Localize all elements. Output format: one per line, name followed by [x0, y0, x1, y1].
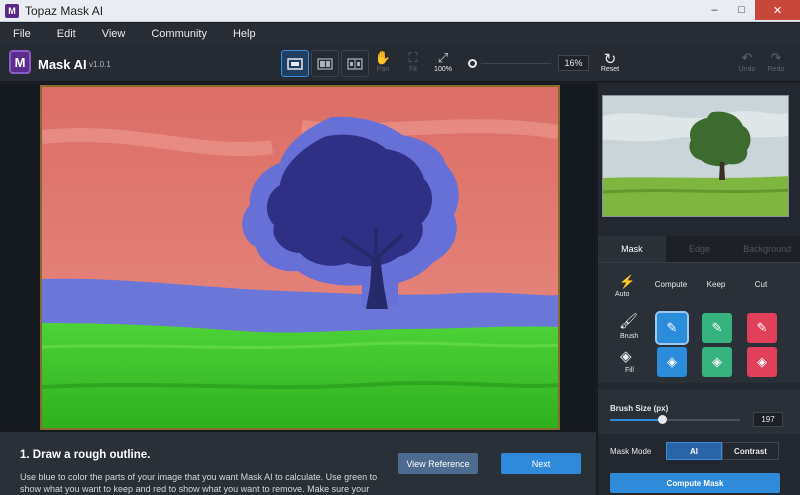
keep-fill-icon: ◈	[712, 354, 722, 369]
cut-column-label: Cut	[754, 280, 768, 289]
brush-size-slider-fill	[610, 419, 662, 421]
menu-bar: File Edit View Community Help	[0, 23, 800, 44]
thumbnail-image	[603, 96, 788, 216]
single-view-button[interactable]	[281, 50, 309, 77]
brush-size-slider[interactable]	[610, 415, 740, 424]
hand-icon: ✋	[374, 50, 392, 65]
split-view-icon	[317, 57, 333, 70]
zoom-slider-handle[interactable]	[468, 59, 477, 68]
tab-mask[interactable]: Mask	[598, 236, 666, 263]
fit-label: Fit	[409, 66, 417, 73]
menu-community[interactable]: Community	[151, 28, 207, 40]
pan-tool[interactable]: ✋ Pan	[369, 50, 397, 73]
brush-size-label: Brush Size (px)	[610, 404, 669, 413]
panel-tabs: Mask Edge Background	[598, 236, 800, 263]
window-title: Topaz Mask AI	[25, 3, 104, 18]
masked-photo-canvas[interactable]	[40, 85, 560, 430]
redo-label: Redo	[767, 66, 785, 73]
fit-icon: ⛶	[408, 50, 418, 65]
split-view-button[interactable]	[311, 50, 339, 77]
mask-mode-contrast-button[interactable]: Contrast	[722, 442, 779, 460]
undo-label: Undo	[738, 66, 756, 73]
reset-icon: ↻	[603, 51, 617, 68]
pan-label: Pan	[376, 66, 390, 73]
keep-column-label: Keep	[706, 280, 726, 289]
compute-fill-button[interactable]: ◈	[657, 347, 687, 377]
mask-mode-ai-button[interactable]: AI	[666, 442, 722, 460]
reset-label: Reset	[600, 66, 620, 73]
minimize-button[interactable]: –	[701, 0, 728, 20]
mask-ai-logo: M	[9, 50, 31, 74]
app-version: v1.0.1	[89, 60, 111, 69]
brush-size-slider-handle[interactable]	[658, 415, 667, 424]
reset-button[interactable]: ↻ Reset	[596, 50, 624, 73]
maximize-button[interactable]: □	[728, 0, 755, 20]
app-name: Mask AI	[38, 57, 87, 72]
brush-row-label: Brush	[620, 333, 639, 340]
compute-column-label: Compute	[654, 280, 688, 289]
view-reference-button[interactable]: View Reference	[398, 453, 478, 474]
mask-overlay-image	[42, 87, 558, 428]
app-icon: M	[5, 3, 19, 18]
menu-file[interactable]: File	[13, 28, 31, 40]
step-title: 1. Draw a rough outline.	[20, 449, 151, 461]
menu-edit[interactable]: Edit	[57, 28, 76, 40]
window-title-bar: M Topaz Mask AI – □ ✕	[0, 0, 800, 22]
expand-icon: ⤢	[437, 50, 449, 65]
brush-size-section: Brush Size (px) 197	[598, 389, 800, 434]
toolbar: M Mask AI v1.0.1 ✋ Pan ⛶ Fit ⤢ 100% ↻ Re…	[0, 44, 800, 82]
compute-brush-icon: ✎	[666, 320, 678, 335]
auto-lightning-icon[interactable]: ⚡	[619, 274, 635, 290]
undo-button[interactable]: ↶ Undo	[733, 50, 761, 73]
zoom-100-tool[interactable]: ⤢ 100%	[429, 50, 457, 73]
brush-size-value[interactable]: 197	[753, 412, 783, 427]
close-button[interactable]: ✕	[755, 0, 800, 20]
menu-help[interactable]: Help	[233, 28, 256, 40]
tab-edge[interactable]: Edge	[665, 236, 734, 263]
menu-view[interactable]: View	[102, 28, 126, 40]
fill-row-label: Fill	[625, 367, 634, 374]
cut-fill-icon: ◈	[757, 354, 767, 369]
side-by-side-view-button[interactable]	[341, 50, 369, 77]
navigator-thumbnail[interactable]	[602, 95, 789, 217]
next-button[interactable]: Next	[501, 453, 581, 474]
keep-brush-button[interactable]: ✎	[702, 313, 732, 343]
cut-brush-icon: ✎	[756, 320, 768, 335]
brush-icon: 🖌	[619, 313, 639, 330]
zoom-value-field[interactable]: 16%	[558, 55, 589, 71]
redo-icon: ↷	[770, 50, 782, 65]
keep-fill-button[interactable]: ◈	[702, 347, 732, 377]
window-controls: – □ ✕	[701, 0, 800, 22]
fit-tool[interactable]: ⛶ Fit	[399, 50, 427, 73]
keep-brush-icon: ✎	[711, 320, 723, 335]
single-view-icon	[287, 57, 303, 70]
auto-label: Auto	[615, 291, 630, 298]
undo-icon: ↶	[741, 50, 753, 65]
zoom-100-label: 100%	[434, 66, 452, 73]
mask-mode-label: Mask Mode	[610, 447, 652, 456]
fill-icon: ◈	[620, 348, 632, 365]
cut-brush-button[interactable]: ✎	[747, 313, 777, 343]
step-description: Use blue to color the parts of your imag…	[20, 472, 378, 494]
canvas-area[interactable]	[0, 83, 596, 431]
zoom-slider-track[interactable]	[481, 63, 551, 64]
side-by-side-view-icon	[347, 57, 363, 70]
cut-fill-button[interactable]: ◈	[747, 347, 777, 377]
tab-background[interactable]: Background	[733, 236, 800, 263]
right-panel: Mask Edge Background Compute Keep Cut 🖌 …	[597, 83, 800, 495]
instructions-panel: 1. Draw a rough outline. Use blue to col…	[0, 431, 596, 495]
compute-fill-icon: ◈	[667, 354, 677, 369]
compute-mask-button[interactable]: Compute Mask	[610, 473, 780, 493]
redo-button[interactable]: ↷ Redo	[762, 50, 790, 73]
compute-brush-button[interactable]: ✎	[655, 311, 689, 345]
